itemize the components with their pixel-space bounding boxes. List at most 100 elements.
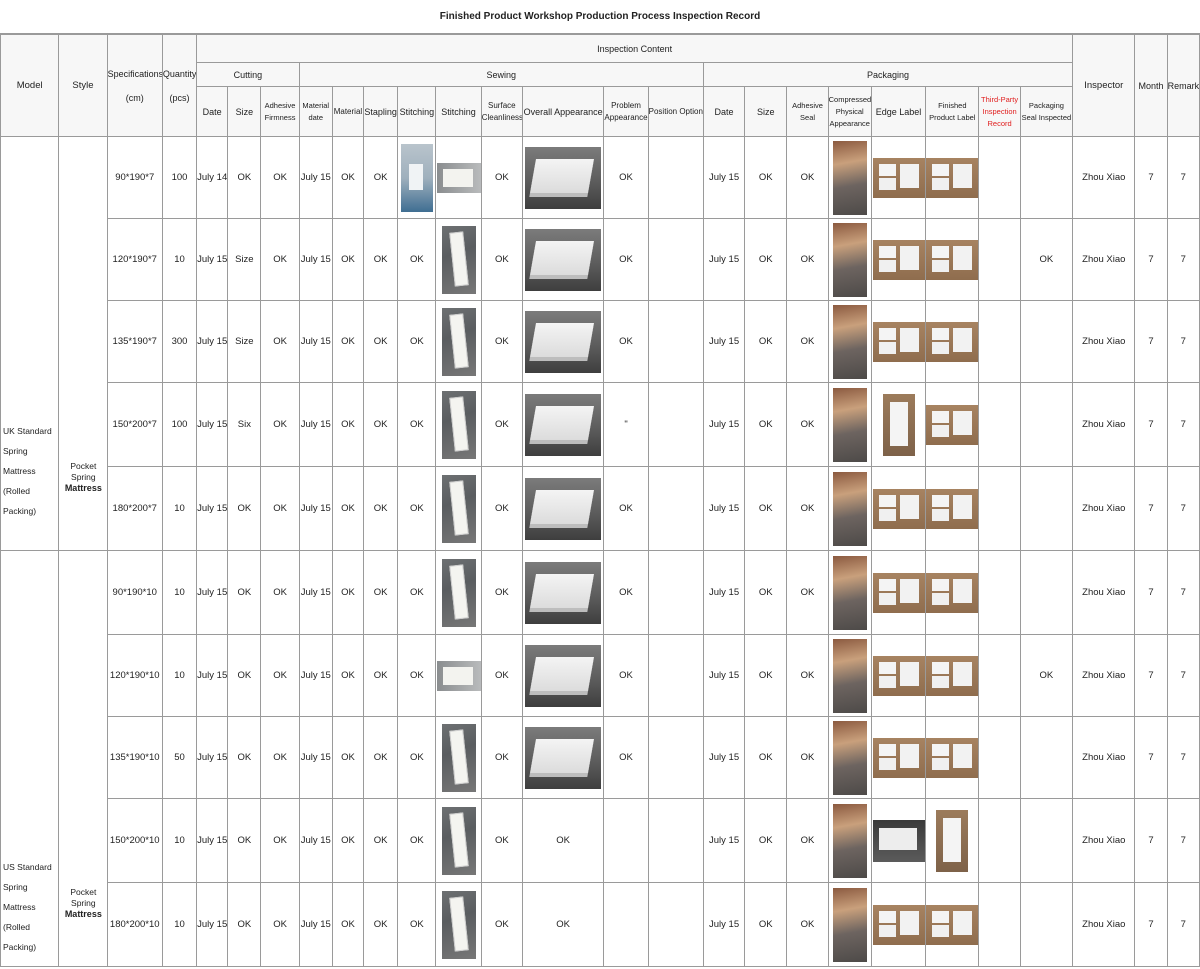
cell-cut-size: OK (227, 634, 262, 717)
cell-stitching: OK (397, 798, 437, 883)
compressed-appearance-photo (832, 222, 867, 297)
cell-seal (1019, 550, 1074, 635)
cell-seal (1019, 716, 1074, 799)
edge-label-cell (870, 550, 927, 635)
cell-seal (1019, 382, 1074, 467)
table-row: 150*200*7 100 July 15 Six OK July 15 OK OK OK OK "… (1, 382, 1200, 467)
style-line-2: Mattress (64, 909, 102, 919)
cell-stapling: OK (363, 466, 399, 551)
cell-cut-date: July 15 (196, 550, 229, 635)
cell-surface: OK (480, 550, 523, 635)
model-model-sub2: (Rolled Packing) (3, 922, 37, 952)
cell-cut-size: OK (227, 882, 262, 967)
cell-third (978, 716, 1021, 799)
cell-stapling: OK (363, 136, 399, 219)
finished-product-label-cell (925, 550, 980, 635)
cell-seal (1019, 300, 1074, 383)
cell-pack-date: July 15 (702, 798, 746, 883)
edge-label-photo (882, 393, 915, 456)
finished-product-label-photo (926, 737, 978, 778)
cell-cut-adh: OK (260, 382, 300, 467)
cell-pack-size: OK (744, 882, 788, 967)
cell-problem (603, 798, 649, 883)
compressed-appearance-photo (832, 304, 867, 379)
cell-surface: OK (480, 634, 523, 717)
cell-problem: " (603, 382, 649, 467)
cell-month: 7 (1134, 882, 1168, 967)
cell-inspector: Zhou Xiao (1072, 716, 1136, 799)
finished-product-label-photo (926, 488, 978, 529)
overall-appearance-photo (525, 146, 602, 209)
cell-cut-date: July 15 (196, 882, 229, 967)
edge-label-cell (870, 136, 927, 219)
compressed-appearance-cell (827, 218, 872, 301)
stitching-2-photo (441, 474, 476, 543)
cell-qty: 10 (161, 798, 198, 883)
cell-cut-size: OK (227, 798, 262, 883)
compressed-appearance-photo (832, 555, 867, 630)
page-title: Finished Product Workshop Production Pro… (0, 0, 1200, 34)
overall-appearance-photo (525, 310, 602, 373)
edge-label-cell (870, 798, 927, 883)
edge-label-cell (870, 300, 927, 383)
header-quantity: Quantity (pcs) (161, 34, 198, 137)
table-row: 120*190*10 10 July 15 OK OK July 15 OK OK OK OK OK… (1, 634, 1200, 717)
compressed-appearance-cell (827, 798, 872, 883)
cell-seal: OK (1019, 634, 1074, 717)
cell-inspector: Zhou Xiao (1072, 382, 1136, 467)
cell-pack-adh: OK (786, 716, 829, 799)
overall-appearance-photo (525, 561, 602, 624)
cell-inspector: Zhou Xiao (1072, 466, 1136, 551)
header-specifications: Specifications (cm) (106, 34, 163, 137)
stitching-2-photo (436, 660, 481, 691)
cell-spec: 120*190*7 (106, 218, 163, 301)
table-row: UK Standard Spring Mattress (Rolled Packin… (0, 136, 1200, 551)
cell-stapling: OK (363, 550, 399, 635)
stitching-2-photo (441, 806, 476, 875)
table-row: 150*200*10 10 July 15 OK OK July 15 OK OK OK OK OK… (1, 798, 1200, 883)
cell-cut-size: OK (227, 550, 262, 635)
overall-appearance-cell (521, 466, 605, 551)
cell-stitching: OK (397, 550, 437, 635)
cell-material: OK (331, 300, 365, 383)
cell-month: 7 (1134, 136, 1168, 219)
cell-pack-size: OK (744, 136, 788, 219)
cell-problem: OK (603, 550, 649, 635)
overall-appearance-photo (525, 393, 602, 456)
header-pack-third-party: Third-Party Inspection Record (978, 86, 1021, 137)
cell-cut-adh: OK (260, 716, 300, 799)
edge-label-cell (870, 382, 927, 467)
compressed-appearance-cell (827, 136, 872, 219)
overall-appearance-photo (525, 726, 602, 789)
edge-label-photo (872, 239, 925, 280)
stitching-2-photo (441, 390, 476, 459)
overall-appearance-photo (525, 228, 602, 291)
model-model: UK Standard (3, 426, 52, 436)
compressed-appearance-photo (832, 720, 867, 795)
compressed-appearance-photo (832, 387, 867, 462)
model-model: US Standard (3, 862, 52, 872)
cell-spec: 135*190*10 (106, 716, 163, 799)
cell-cut-adh: OK (260, 634, 300, 717)
edge-label-cell (870, 218, 927, 301)
cell-stapling: OK (363, 634, 399, 717)
compressed-appearance-photo (832, 638, 867, 713)
cell-pack-size: OK (744, 300, 788, 383)
finished-product-label-cell (925, 466, 980, 551)
finished-product-label-cell (925, 634, 980, 717)
cell-third (978, 550, 1021, 635)
cell-qty: 100 (161, 136, 198, 219)
finished-product-label-photo (926, 572, 978, 613)
overall-appearance-photo (525, 477, 602, 540)
cell-cut-adh: OK (260, 466, 300, 551)
cell-surface: OK (480, 382, 523, 467)
compressed-appearance-cell (827, 634, 872, 717)
finished-product-label-cell (925, 798, 980, 883)
cell-remarks: 7 (1166, 466, 1200, 551)
model-cell: US Standard Spring Mattress (Rolled Packin… (0, 550, 60, 967)
cell-remarks: 7 (1166, 550, 1200, 635)
table-row: 135*190*10 50 July 15 OK OK July 15 OK OK OK OK OK… (1, 716, 1200, 799)
header-pack-compressed: Compressed Physical Appearance (827, 86, 872, 137)
cell-pack-size: OK (744, 634, 788, 717)
cell-sew-date: July 15 (298, 716, 333, 799)
